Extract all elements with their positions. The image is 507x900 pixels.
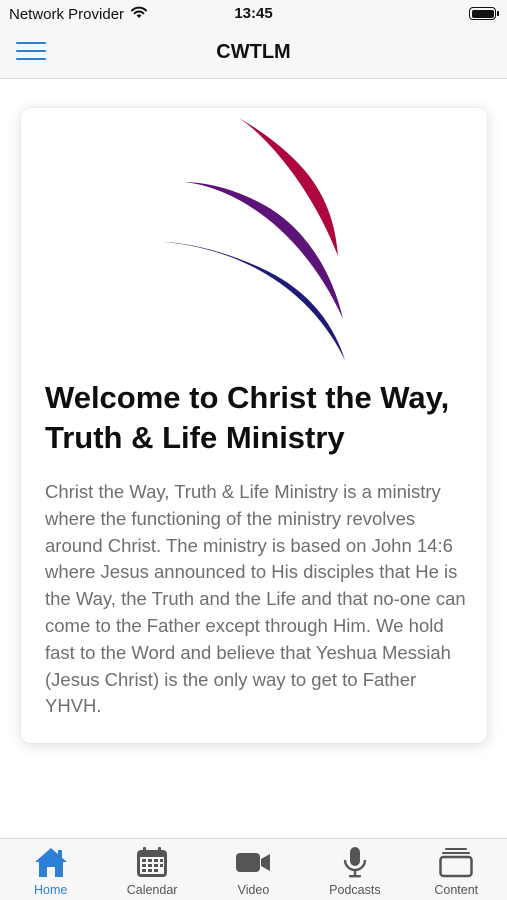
welcome-description: Christ the Way, Truth & Life Ministry is… bbox=[45, 481, 466, 717]
tab-label-calendar: Calendar bbox=[126, 883, 178, 897]
tab-podcasts[interactable]: Podcasts bbox=[304, 839, 405, 900]
tab-label-home: Home bbox=[34, 883, 68, 897]
cwtlm-flame-logo bbox=[161, 116, 351, 361]
status-bar: Network Provider 13:45 bbox=[0, 0, 507, 28]
tab-label-podcasts: Podcasts bbox=[329, 883, 381, 897]
home-icon bbox=[33, 846, 69, 878]
welcome-card: Welcome to Christ the Way, Truth & Life … bbox=[21, 108, 487, 743]
welcome-heading: Welcome to Christ the Way, Truth & Life … bbox=[45, 380, 450, 455]
tab-calendar[interactable]: Calendar bbox=[101, 839, 202, 900]
status-time: 13:45 bbox=[234, 5, 273, 22]
tab-home[interactable]: Home bbox=[0, 839, 101, 900]
tab-video[interactable]: Video bbox=[203, 839, 304, 900]
navigation-bar: CWTLM bbox=[0, 28, 507, 79]
tab-content[interactable]: Content bbox=[406, 839, 507, 900]
tab-label-video: Video bbox=[237, 883, 270, 897]
calendar-icon bbox=[134, 846, 170, 878]
page-title: CWTLM bbox=[216, 41, 291, 63]
battery-full-icon bbox=[469, 7, 499, 20]
video-camera-icon bbox=[235, 846, 271, 878]
stacked-content-icon bbox=[438, 846, 474, 878]
tab-bar: Home Calendar Video Podcasts Content bbox=[0, 838, 507, 900]
tab-label-content: Content bbox=[434, 883, 479, 897]
microphone-icon bbox=[337, 846, 373, 878]
app-screen: Network Provider 13:45 CWTLM Welcome to … bbox=[0, 0, 507, 900]
